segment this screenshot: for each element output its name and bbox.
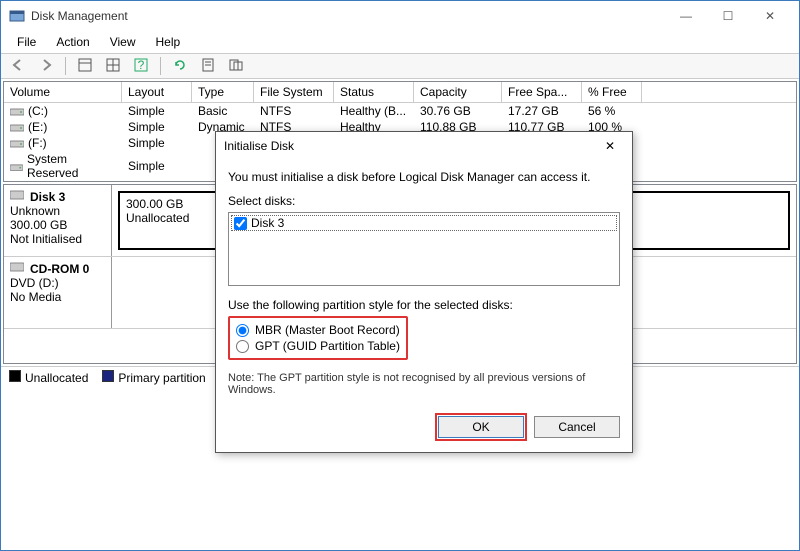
dialog-close-button[interactable]: ✕: [596, 135, 624, 157]
modal-backdrop: Initialise Disk ✕ You must initialise a …: [1, 1, 799, 550]
radio-gpt-label: GPT (GUID Partition Table): [255, 339, 400, 353]
initialise-disk-dialog: Initialise Disk ✕ You must initialise a …: [215, 131, 633, 453]
partition-style-label: Use the following partition style for th…: [228, 298, 620, 312]
close-icon: ✕: [605, 139, 615, 153]
disk-item-label: Disk 3: [251, 216, 284, 230]
dialog-title: Initialise Disk: [224, 139, 596, 153]
select-disks-label: Select disks:: [228, 194, 620, 208]
disk-select-list: Disk 3: [228, 212, 620, 286]
ok-button[interactable]: OK: [438, 416, 524, 438]
radio-gpt[interactable]: GPT (GUID Partition Table): [236, 338, 400, 354]
disk-checkbox[interactable]: [234, 217, 247, 230]
radio-mbr-label: MBR (Master Boot Record): [255, 323, 400, 337]
cancel-button[interactable]: Cancel: [534, 416, 620, 438]
partition-style-group: MBR (Master Boot Record) GPT (GUID Parti…: [228, 316, 408, 360]
radio-mbr-input[interactable]: [236, 324, 249, 337]
dialog-message: You must initialise a disk before Logica…: [228, 170, 620, 184]
radio-gpt-input[interactable]: [236, 340, 249, 353]
disk-item[interactable]: Disk 3: [231, 215, 617, 231]
dialog-note: Note: The GPT partition style is not rec…: [228, 372, 620, 396]
radio-mbr[interactable]: MBR (Master Boot Record): [236, 322, 400, 338]
dialog-titlebar[interactable]: Initialise Disk ✕: [216, 132, 632, 160]
